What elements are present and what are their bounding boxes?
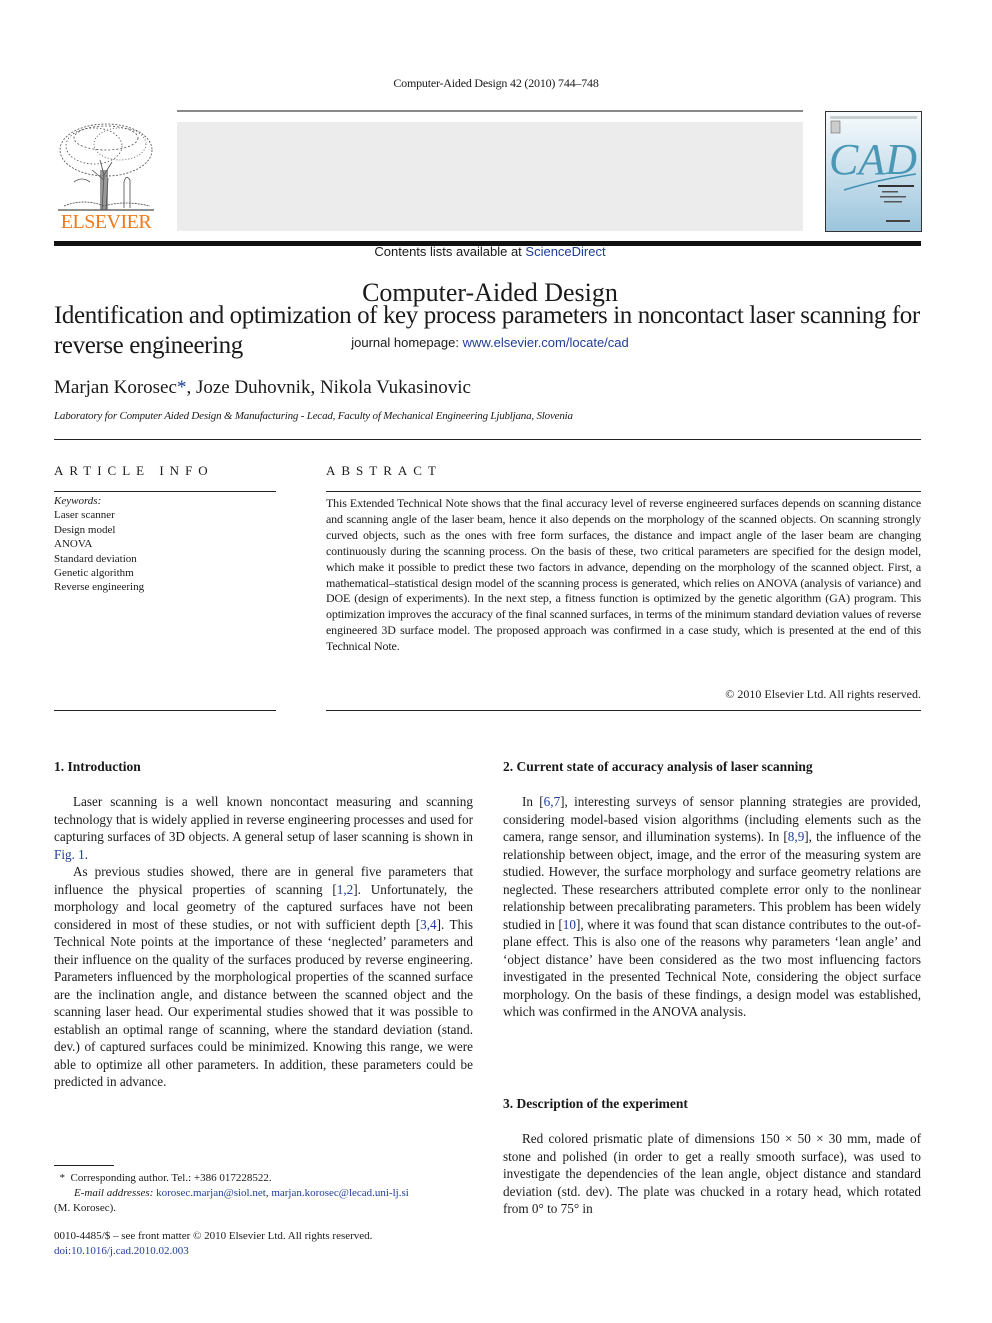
divider — [54, 491, 276, 492]
section-body-introduction: Laser scanning is a well known noncontac… — [54, 793, 473, 1091]
text-run: . — [84, 846, 89, 862]
corresponding-author-mark[interactable]: * — [177, 377, 187, 398]
reference-link[interactable]: 10 — [563, 917, 576, 932]
email-link[interactable]: korosec.marjan@siol.net — [156, 1187, 266, 1199]
reference-link[interactable]: 6,7 — [544, 794, 560, 809]
masthead-thick-rule — [54, 241, 921, 246]
article-title: Identification and optimization of key p… — [54, 302, 920, 359]
author-name: Joze Duhovnik — [195, 377, 311, 398]
abstract-text: This Extended Technical Note shows that … — [326, 496, 921, 654]
front-matter: 0010-4485/$ – see front matter © 2010 El… — [54, 1229, 474, 1259]
keyword: Standard deviation — [54, 552, 137, 565]
reference-link[interactable]: 8,9 — [788, 829, 804, 844]
author-list: Marjan Korosec*, Joze Duhovnik, Nikola V… — [54, 377, 471, 398]
divider — [54, 710, 276, 711]
top-rule — [177, 110, 803, 112]
paragraph: In [6,7], interesting surveys of sensor … — [503, 793, 921, 1021]
corresponding-author-text: Corresponding author. Tel.: +386 0172285… — [70, 1172, 272, 1184]
email-link[interactable]: marjan.korosec@lecad.uni-lj.si — [271, 1187, 409, 1199]
sciencedirect-link[interactable]: ScienceDirect — [525, 244, 605, 259]
footnote-mark: * — [59, 1172, 66, 1184]
reference-link[interactable]: 3,4 — [420, 917, 436, 932]
issn-line: 0010-4485/$ – see front matter © 2010 El… — [54, 1230, 373, 1242]
keyword: Reverse engineering — [54, 581, 145, 594]
abstract-heading: ABSTRACT — [326, 463, 442, 478]
paragraph: Laser scanning is a well known noncontac… — [54, 793, 473, 863]
contents-line: Contents lists available at ScienceDirec… — [177, 244, 803, 259]
text-run: ]. This Technical Note points at the imp… — [54, 916, 473, 1090]
author-name: Nikola Vukasinovic — [319, 377, 471, 398]
keyword: Laser scanner — [54, 509, 115, 522]
text-run: In [ — [522, 794, 544, 809]
divider — [326, 710, 921, 711]
divider — [54, 439, 921, 440]
journal-banner: Contents lists available at ScienceDirec… — [177, 122, 803, 350]
affiliation: Laboratory for Computer Aided Design & M… — [54, 410, 573, 422]
email-owner: (M. Korosec). — [54, 1202, 117, 1214]
footnote: * Corresponding author. Tel.: +386 01722… — [54, 1171, 474, 1216]
text-run: Laser scanning is a well known noncontac… — [54, 794, 473, 844]
contents-prefix: Contents lists available at — [374, 244, 526, 259]
reference-link[interactable]: 1,2 — [337, 882, 353, 897]
journal-cover-image: CAD — [825, 111, 922, 232]
section-body-current-state: In [6,7], interesting surveys of sensor … — [503, 793, 921, 1021]
publisher-wordmark: ELSEVIER — [60, 211, 152, 233]
keywords-list: Keywords: Laser scanner Design model ANO… — [54, 494, 144, 595]
running-head: Computer-Aided Design 42 (2010) 744–748 — [393, 76, 599, 90]
section-heading-current-state: 2. Current state of accuracy analysis of… — [503, 759, 813, 774]
divider — [326, 491, 921, 492]
email-line: E-mail addresses: korosec.marjan@siol.ne… — [54, 1186, 474, 1201]
footnote-rule — [54, 1165, 114, 1166]
email-label: E-mail addresses: — [74, 1187, 154, 1199]
text-run: Red colored prismatic plate of dimension… — [503, 1131, 921, 1216]
keywords-label: Keywords: — [54, 495, 102, 507]
keyword: ANOVA — [54, 538, 93, 551]
article-info-heading: ARTICLE INFO — [54, 463, 214, 478]
paragraph: Red colored prismatic plate of dimension… — [503, 1130, 921, 1218]
corresponding-author-note: * Corresponding author. Tel.: +386 01722… — [54, 1171, 474, 1186]
keyword: Design model — [54, 523, 116, 536]
section-heading-experiment: 3. Description of the experiment — [503, 1096, 688, 1111]
author-name: Marjan Korosec — [54, 377, 177, 398]
doi-link[interactable]: doi:10.1016/j.cad.2010.02.003 — [54, 1245, 189, 1257]
section-heading-introduction: 1. Introduction — [54, 759, 141, 774]
abstract-copyright: © 2010 Elsevier Ltd. All rights reserved… — [725, 687, 921, 701]
reference-link[interactable]: Fig. 1 — [54, 847, 85, 862]
keyword: Genetic algorithm — [54, 567, 134, 580]
section-body-experiment: Red colored prismatic plate of dimension… — [503, 1130, 921, 1218]
paragraph: As previous studies showed, there are in… — [54, 863, 473, 1091]
